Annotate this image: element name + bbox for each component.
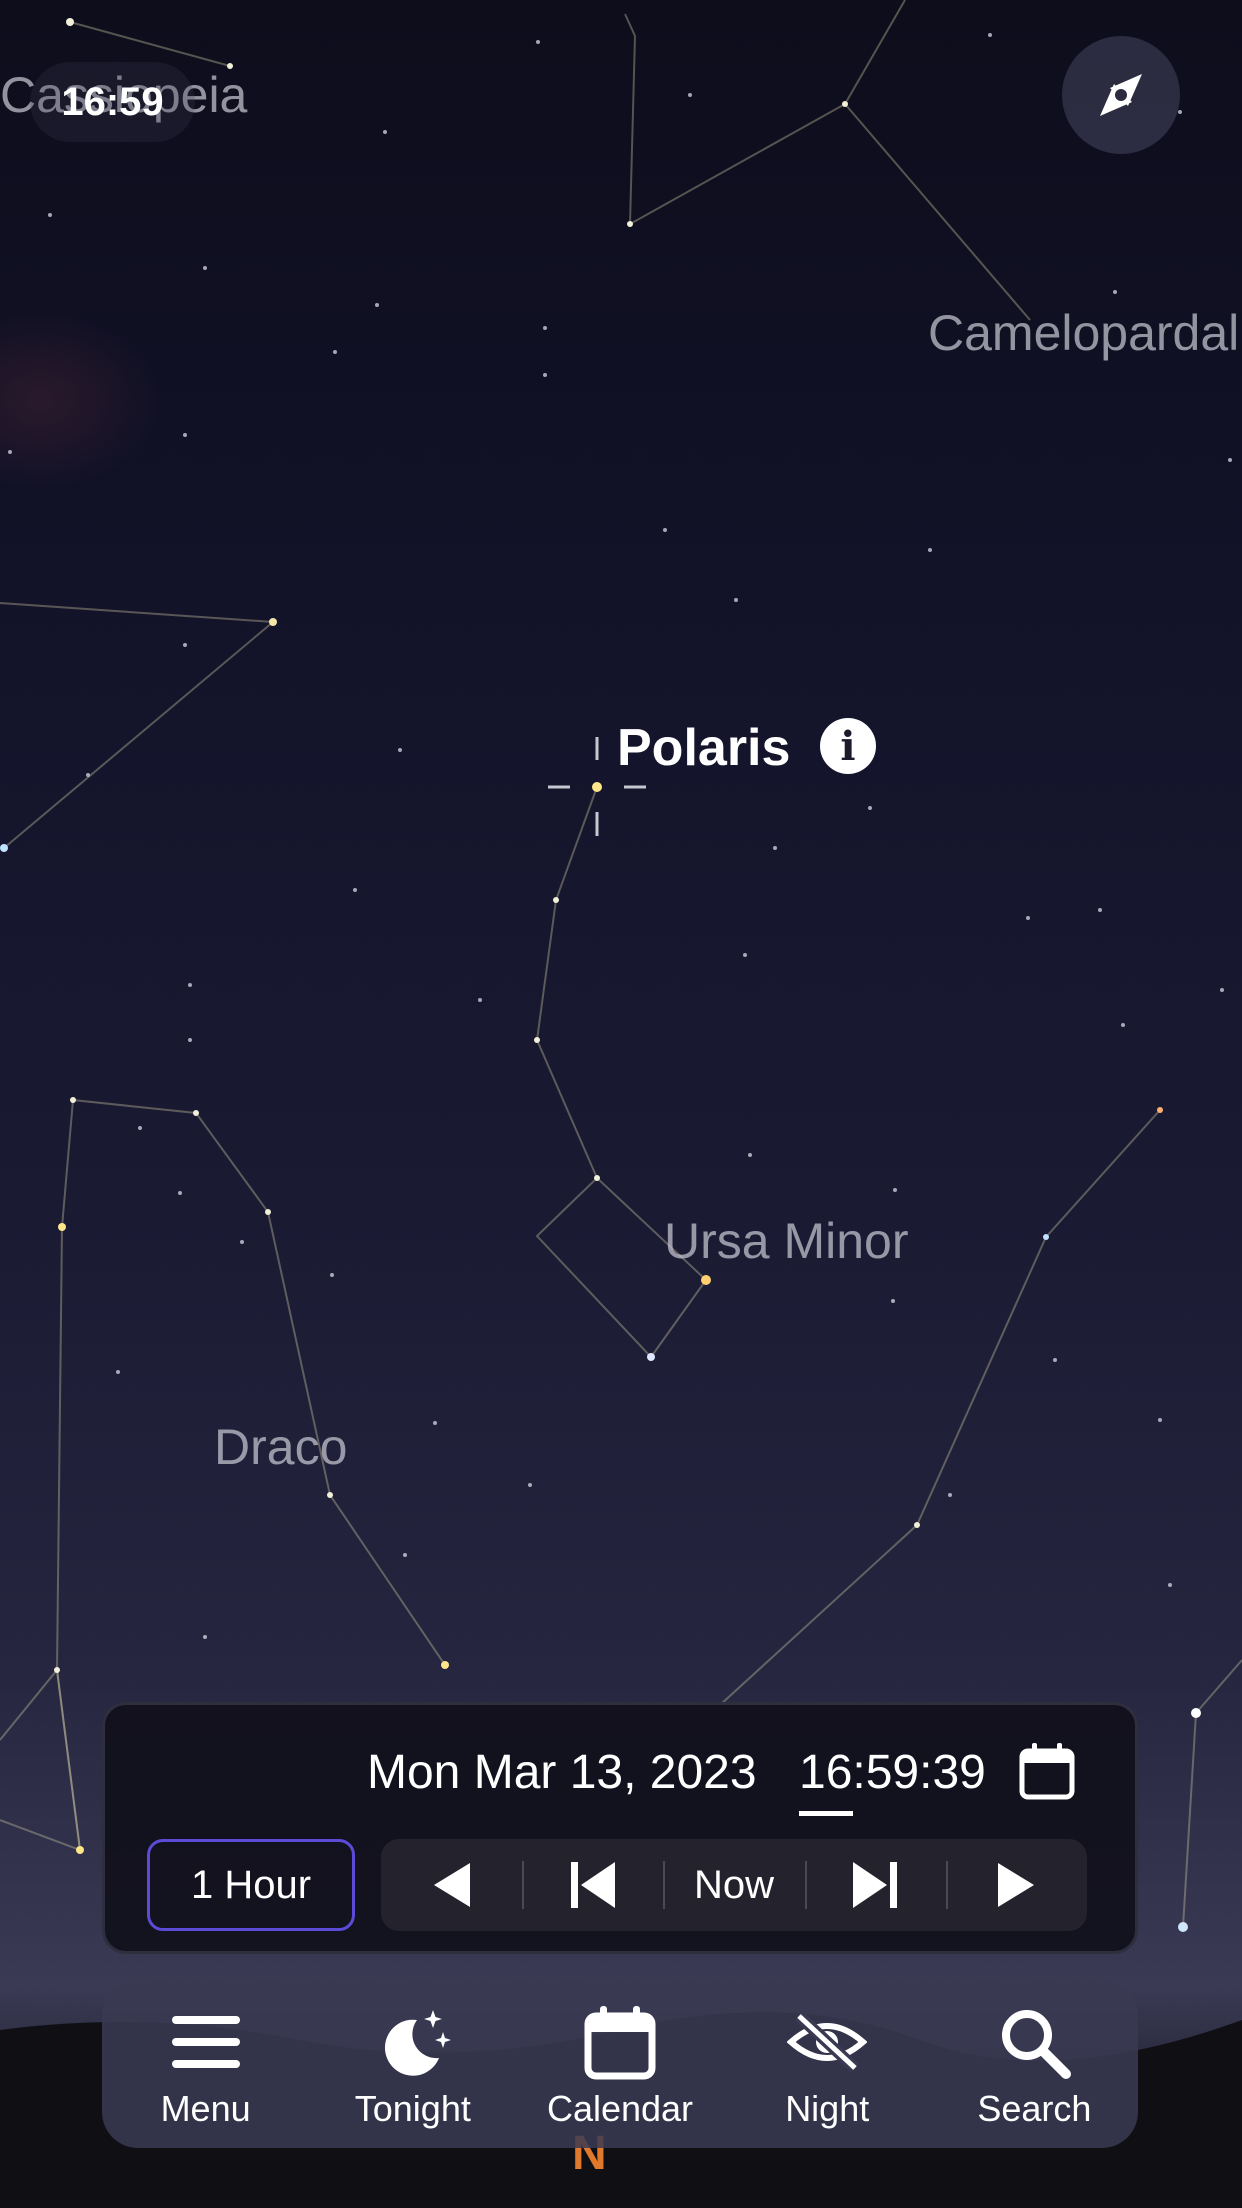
step-forward-button[interactable]	[945, 1839, 1087, 1931]
skip-forward-button[interactable]	[804, 1839, 946, 1931]
time-control-panel: Mon Mar 13, 2023 16:59:39 1 Hour Now	[102, 1702, 1138, 1954]
moon-stars-icon	[384, 2010, 451, 2076]
search-icon	[1002, 2010, 1072, 2079]
constellation-label-camelopardalis: Camelopardalis	[928, 305, 1242, 361]
tab-label: Calendar	[546, 2088, 694, 2129]
time-field-cursor	[799, 1811, 853, 1816]
play-reverse-icon	[433, 1863, 470, 1907]
now-button[interactable]: Now	[663, 1839, 804, 1931]
tab-tonight[interactable]: Tonight	[309, 1980, 516, 2148]
skip-back-button[interactable]	[522, 1839, 663, 1931]
time-step-button[interactable]: 1 Hour	[147, 1839, 355, 1931]
faint-stars	[8, 33, 1232, 1639]
compass-button[interactable]	[1062, 36, 1180, 154]
constellation-label-draco: Draco	[214, 1419, 348, 1475]
play-icon	[998, 1863, 1035, 1907]
bottom-tab-bar: Menu Tonight Calendar Night Search	[102, 1980, 1138, 2148]
tab-menu[interactable]: Menu	[102, 1980, 309, 2148]
date-display[interactable]: Mon Mar 13, 2023	[367, 1745, 757, 1800]
time-playback-controls: Now	[381, 1839, 1087, 1931]
step-back-button[interactable]	[381, 1839, 522, 1931]
skip-forward-icon	[853, 1862, 898, 1908]
constellation-label-ursa-minor: Ursa Minor	[664, 1213, 909, 1269]
eye-slash-icon	[787, 2011, 868, 2073]
selected-object-label[interactable]: Polaris	[617, 718, 790, 778]
skip-back-icon	[570, 1862, 615, 1908]
tab-label: Search	[977, 2088, 1092, 2129]
compass-icon	[1100, 74, 1142, 116]
calendar-icon	[584, 2006, 656, 2080]
tab-label: Night	[785, 2088, 870, 2129]
calendar-icon[interactable]	[1017, 1739, 1077, 1803]
constellation-lines	[0, 0, 1242, 1928]
info-icon[interactable]: i	[820, 718, 876, 774]
time-display[interactable]: 16:59:39	[799, 1745, 986, 1800]
tab-label: Menu	[160, 2088, 251, 2129]
status-bar-time: 16:59	[30, 62, 195, 142]
tab-search[interactable]: Search	[931, 1980, 1138, 2148]
tab-label: Tonight	[354, 2088, 471, 2129]
tab-night[interactable]: Night	[724, 1980, 931, 2148]
menu-icon	[171, 2016, 240, 2068]
tab-calendar[interactable]: Calendar	[516, 1980, 723, 2148]
